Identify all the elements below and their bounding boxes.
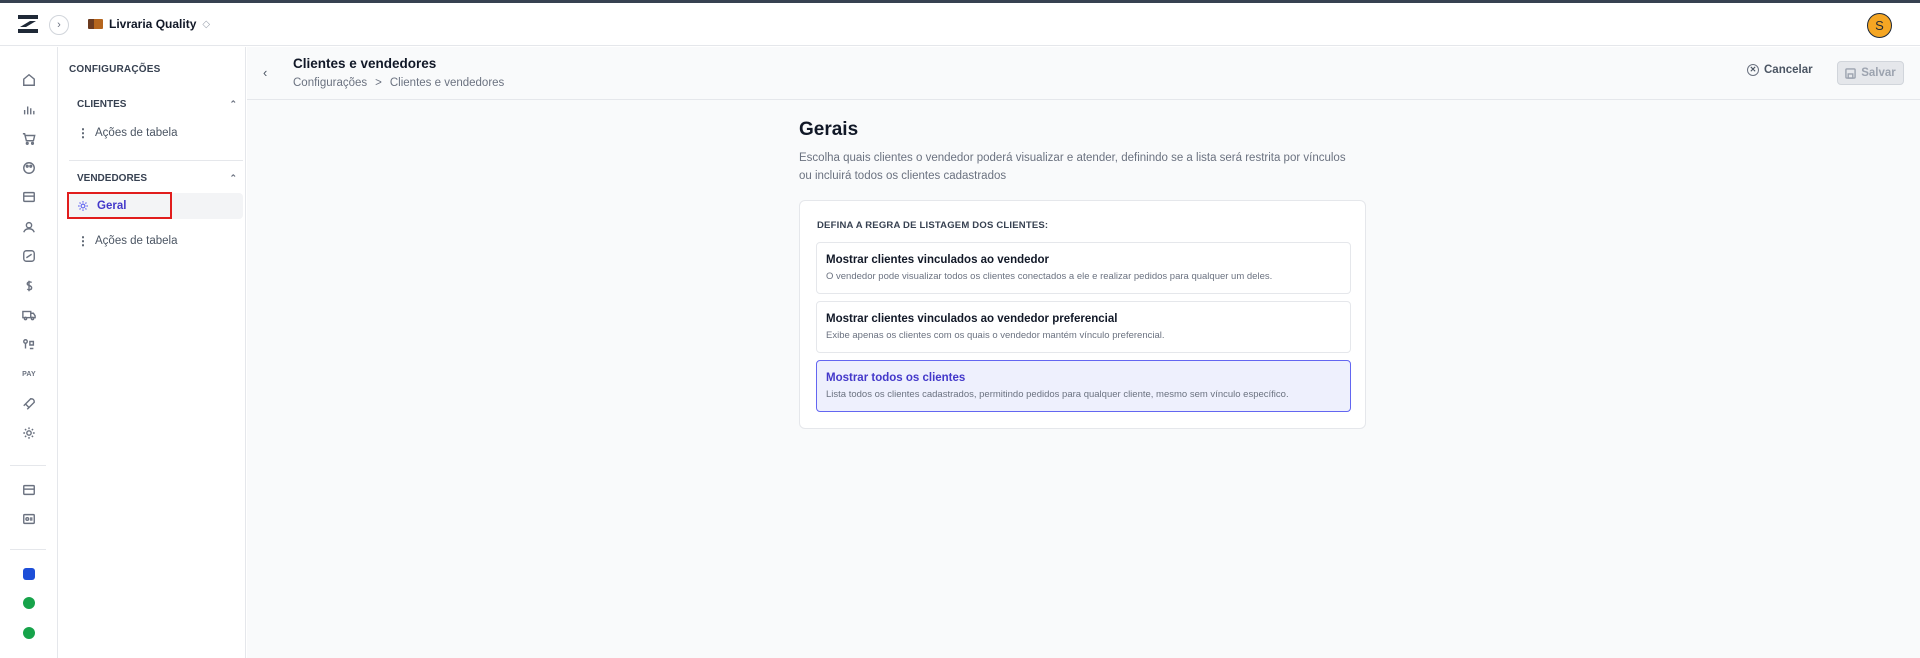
close-circle-icon: ✕ bbox=[1747, 64, 1759, 76]
option-description: Exibe apenas os clientes com os quais o … bbox=[826, 330, 1165, 341]
group-clientes-label: CLIENTES bbox=[77, 99, 127, 110]
chevron-up-icon[interactable]: ⌃ bbox=[229, 173, 237, 184]
main-content: ‹ Clientes e vendedores Configurações > … bbox=[247, 47, 1920, 658]
sidebar-item-clientes-acoes[interactable]: ⋮ Ações de tabela bbox=[77, 120, 243, 146]
section-title: Gerais bbox=[799, 119, 859, 140]
breadcrumb-current: Clientes e vendedores bbox=[389, 77, 505, 89]
sidebar-item-vendedores-acoes[interactable]: ⋮ Ações de tabela bbox=[77, 228, 243, 254]
home-icon[interactable] bbox=[20, 71, 38, 89]
dollar-icon[interactable] bbox=[20, 277, 38, 295]
option-title: Mostrar todos os clientes bbox=[826, 372, 966, 384]
sidebar-item-label: Ações de tabela bbox=[95, 127, 178, 139]
sidebar-item-geral[interactable]: Geral bbox=[69, 193, 243, 219]
truck-icon[interactable] bbox=[20, 306, 38, 324]
card-label: DEFINA A REGRA DE LISTAGEM DOS CLIENTES: bbox=[817, 220, 1049, 231]
option-title: Mostrar clientes vinculados ao vendedor … bbox=[826, 313, 1118, 325]
route-icon[interactable] bbox=[20, 336, 38, 354]
group-vendedores-label: VENDEDORES bbox=[77, 173, 148, 184]
option-description: O vendedor pode visualizar todos os clie… bbox=[826, 271, 1273, 282]
rocket-icon[interactable] bbox=[20, 395, 38, 413]
settings-title: CONFIGURAÇÕES bbox=[69, 64, 161, 75]
icon-rail: PAY bbox=[0, 47, 58, 658]
breadcrumb-separator: > bbox=[375, 77, 382, 89]
store-selector[interactable]: Livraria Quality ◇ bbox=[88, 17, 210, 31]
save-label: Salvar bbox=[1861, 67, 1896, 79]
app-badge-icon[interactable] bbox=[23, 568, 35, 580]
top-header: › Livraria Quality ◇ S bbox=[0, 3, 1920, 46]
exchange-icon[interactable] bbox=[20, 247, 38, 265]
option-description: Lista todos os clientes cadastrados, per… bbox=[826, 389, 1289, 400]
store-name: Livraria Quality bbox=[109, 17, 197, 31]
pay-label: PAY bbox=[22, 370, 36, 378]
expand-sidebar-button[interactable]: › bbox=[49, 15, 69, 35]
save-button[interactable]: Salvar bbox=[1837, 61, 1904, 85]
sidebar-item-label: Ações de tabela bbox=[95, 235, 178, 247]
page-title: Clientes e vendedores bbox=[293, 56, 437, 71]
chart-icon[interactable] bbox=[20, 101, 38, 119]
gear-icon[interactable] bbox=[20, 424, 38, 442]
store-logo-icon bbox=[88, 19, 103, 29]
save-icon bbox=[1845, 67, 1857, 79]
pay-icon[interactable]: PAY bbox=[20, 365, 38, 383]
whatsapp-icon[interactable] bbox=[23, 627, 35, 639]
listing-rule-card: DEFINA A REGRA DE LISTAGEM DOS CLIENTES:… bbox=[799, 200, 1366, 429]
app-logo-icon[interactable] bbox=[16, 13, 40, 35]
breadcrumb-configuracoes[interactable]: Configurações bbox=[293, 77, 367, 89]
group-vendedores[interactable]: VENDEDORES ⌃ bbox=[77, 173, 237, 184]
option-title: Mostrar clientes vinculados ao vendedor bbox=[826, 254, 1050, 266]
box-icon[interactable] bbox=[20, 188, 38, 206]
chevron-right-icon: › bbox=[57, 19, 61, 31]
breadcrumb: Configurações > Clientes e vendedores bbox=[293, 77, 504, 89]
whatsapp-icon[interactable] bbox=[23, 597, 35, 609]
cancel-label: Cancelar bbox=[1764, 64, 1813, 76]
avatar[interactable]: S bbox=[1867, 13, 1892, 38]
settings-sidebar: CONFIGURAÇÕES CLIENTES ⌃ ⋮ Ações de tabe… bbox=[59, 47, 246, 658]
option-preferencial[interactable]: Mostrar clientes vinculados ao vendedor … bbox=[816, 301, 1351, 353]
chevron-updown-icon: ◇ bbox=[202, 18, 211, 30]
palette-icon[interactable] bbox=[20, 159, 38, 177]
cart-icon[interactable] bbox=[20, 130, 38, 148]
rail-divider bbox=[10, 465, 46, 466]
users-icon[interactable] bbox=[20, 218, 38, 236]
more-vertical-icon: ⋮ bbox=[77, 126, 89, 140]
page-header: ‹ Clientes e vendedores Configurações > … bbox=[247, 47, 1920, 100]
section-description: Escolha quais clientes o vendedor poderá… bbox=[799, 152, 1346, 182]
store-icon[interactable] bbox=[20, 481, 38, 499]
group-clientes[interactable]: CLIENTES ⌃ bbox=[77, 99, 237, 110]
gear-icon bbox=[78, 201, 88, 211]
option-vinculados[interactable]: Mostrar clientes vinculados ao vendedor … bbox=[816, 242, 1351, 294]
chevron-up-icon[interactable]: ⌃ bbox=[229, 99, 237, 110]
option-todos[interactable]: Mostrar todos os clientes Lista todos os… bbox=[816, 360, 1351, 412]
rail-divider bbox=[10, 549, 46, 550]
cancel-button[interactable]: ✕ Cancelar bbox=[1747, 64, 1813, 76]
back-button[interactable]: ‹ bbox=[263, 65, 267, 80]
id-card-icon[interactable] bbox=[20, 510, 38, 528]
more-vertical-icon: ⋮ bbox=[77, 234, 89, 248]
sidebar-item-label: Geral bbox=[97, 200, 127, 212]
sidebar-divider bbox=[69, 160, 243, 161]
